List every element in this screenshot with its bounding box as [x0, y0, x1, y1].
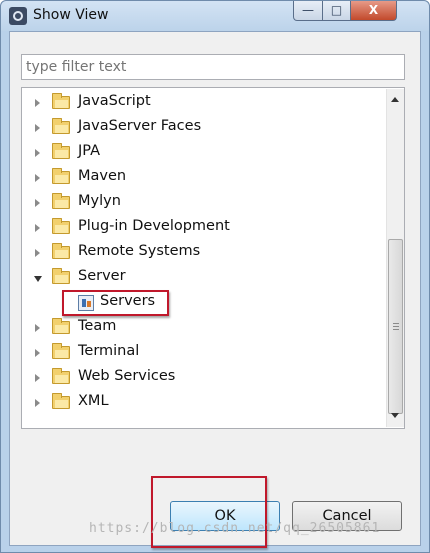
filter-input[interactable]	[21, 54, 405, 80]
tree-item-terminal[interactable]: Terminal	[22, 341, 384, 366]
tree-item-plug-in-development[interactable]: Plug-in Development	[22, 216, 384, 241]
tree-item-xml[interactable]: XML	[22, 391, 384, 416]
expand-arrow-icon[interactable]	[35, 324, 40, 332]
scroll-up-arrow-icon[interactable]	[391, 97, 399, 102]
scroll-down-arrow-icon[interactable]	[391, 413, 399, 418]
watermark-text: https://blog.csdn.net/qq_26505861	[89, 521, 381, 536]
folder-icon	[52, 218, 70, 234]
minimize-button[interactable]: —	[293, 1, 323, 21]
tree-item-web-services[interactable]: Web Services	[22, 366, 384, 391]
folder-icon	[52, 193, 70, 209]
close-button[interactable]: X	[351, 1, 397, 21]
tree-item-mylyn[interactable]: Mylyn	[22, 191, 384, 216]
tree-item-team[interactable]: Team	[22, 316, 384, 341]
tree-item-maven[interactable]: Maven	[22, 166, 384, 191]
view-tree: JavaScript JavaServer Faces JPA Maven My	[21, 87, 405, 429]
window-title: Show View	[33, 7, 109, 23]
dialog-body: JavaScript JavaServer Faces JPA Maven My	[9, 31, 421, 548]
expand-arrow-icon[interactable]	[35, 374, 40, 382]
tree-item-jpa[interactable]: JPA	[22, 141, 384, 166]
ok-annotation-box	[151, 476, 267, 548]
grip-icon	[393, 323, 399, 330]
expand-arrow-icon[interactable]	[35, 349, 40, 357]
expand-arrow-icon[interactable]	[35, 99, 40, 107]
folder-icon	[52, 343, 70, 359]
folder-icon	[52, 368, 70, 384]
expand-arrow-icon[interactable]	[35, 149, 40, 157]
title-bar[interactable]: Show View — □ X	[1, 1, 429, 31]
servers-annotation-box	[62, 290, 169, 316]
tree-item-javaserver-faces[interactable]: JavaServer Faces	[22, 116, 384, 141]
show-view-dialog: Show View — □ X JavaScript JavaServer Fa…	[0, 0, 430, 553]
folder-icon	[52, 118, 70, 134]
tree-item-remote-systems[interactable]: Remote Systems	[22, 241, 384, 266]
folder-icon	[52, 243, 70, 259]
maximize-button[interactable]: □	[323, 1, 351, 21]
folder-icon	[52, 168, 70, 184]
expand-arrow-icon[interactable]	[35, 124, 40, 132]
collapse-arrow-icon[interactable]	[34, 276, 42, 282]
tree-item-server[interactable]: Server	[22, 266, 384, 291]
expand-arrow-icon[interactable]	[35, 199, 40, 207]
expand-arrow-icon[interactable]	[35, 224, 40, 232]
scroll-thumb[interactable]	[388, 239, 403, 414]
eclipse-app-icon	[9, 7, 27, 25]
folder-open-icon	[52, 268, 70, 284]
folder-icon	[52, 318, 70, 334]
expand-arrow-icon[interactable]	[35, 249, 40, 257]
expand-arrow-icon[interactable]	[35, 174, 40, 182]
tree-scrollbar[interactable]	[386, 89, 404, 427]
folder-icon	[52, 143, 70, 159]
folder-icon	[52, 93, 70, 109]
expand-arrow-icon[interactable]	[35, 399, 40, 407]
tree-item-javascript[interactable]: JavaScript	[22, 91, 384, 116]
folder-icon	[52, 393, 70, 409]
